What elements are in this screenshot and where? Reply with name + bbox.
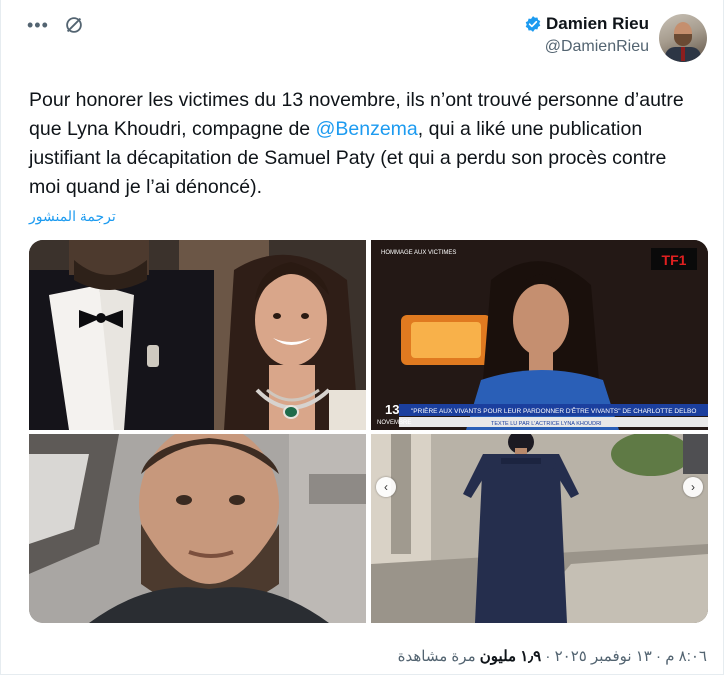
tv-date-number: 13: [385, 402, 399, 417]
media-photo-3[interactable]: [29, 434, 366, 623]
author-handle[interactable]: @DamienRieu: [524, 38, 649, 56]
tv-subcaption: TEXTE LU PAR L'ACTRICE LYNA KHOUDRI: [491, 421, 602, 427]
tweet-author: Damien Rieu @DamienRieu: [524, 14, 707, 62]
more-options-icon[interactable]: •••: [27, 16, 49, 34]
tweet-meta: ٨:٠٦ م · ١٣ نوفمبر ٢٠٢٥ · ١٫٩ مليون مرة …: [397, 648, 707, 665]
mention-link[interactable]: @Benzema: [316, 118, 418, 140]
tweet-actions-top: •••: [27, 14, 85, 36]
translate-post-link[interactable]: ترجمة المنشور: [29, 208, 116, 225]
tv-broadcast-photo: TF1 HOMMAGE AUX VICTIMES "PRIÈRE AUX VIV…: [371, 240, 708, 430]
grok-icon[interactable]: [63, 14, 85, 36]
media-grid: TF1 HOMMAGE AUX VICTIMES "PRIÈRE AUX VIV…: [29, 240, 708, 623]
tweet-card: ••• Damien Rieu @DamienRieu Pour honorer…: [0, 0, 724, 675]
tweet-time[interactable]: ٨:٠٦ م: [665, 648, 707, 665]
car-selfie-photo: [29, 434, 366, 623]
tv-top-banner: HOMMAGE AUX VICTIMES: [381, 250, 456, 256]
media-photo-2[interactable]: TF1 HOMMAGE AUX VICTIMES "PRIÈRE AUX VIV…: [371, 240, 708, 430]
red-carpet-photo: [29, 240, 366, 430]
verified-badge-icon: [525, 16, 541, 32]
author-text: Damien Rieu @DamienRieu: [524, 14, 649, 56]
author-display-name[interactable]: Damien Rieu: [546, 14, 649, 34]
tweet-date[interactable]: ١٣ نوفمبر ٢٠٢٥: [555, 648, 652, 665]
tv-caption: "PRIÈRE AUX VIVANTS POUR LEUR PARDONNER …: [411, 406, 696, 415]
media-photo-4[interactable]: ‹ ›: [371, 434, 708, 623]
name-row: Damien Rieu: [524, 14, 649, 34]
avatar[interactable]: [659, 14, 707, 62]
tv-date-word: NOVEMBRE: [377, 420, 411, 426]
previous-media-icon[interactable]: ‹: [376, 477, 396, 497]
views-count: ١٫٩ مليون: [479, 648, 542, 665]
street-photo: [371, 434, 708, 623]
media-photo-1[interactable]: [29, 240, 366, 430]
tweet-text: Pour honorer les victimes du 13 novembre…: [29, 86, 699, 202]
next-media-icon[interactable]: ›: [683, 477, 703, 497]
tv-channel-logo: TF1: [662, 252, 687, 268]
views-label: مرة مشاهدة: [397, 648, 476, 665]
